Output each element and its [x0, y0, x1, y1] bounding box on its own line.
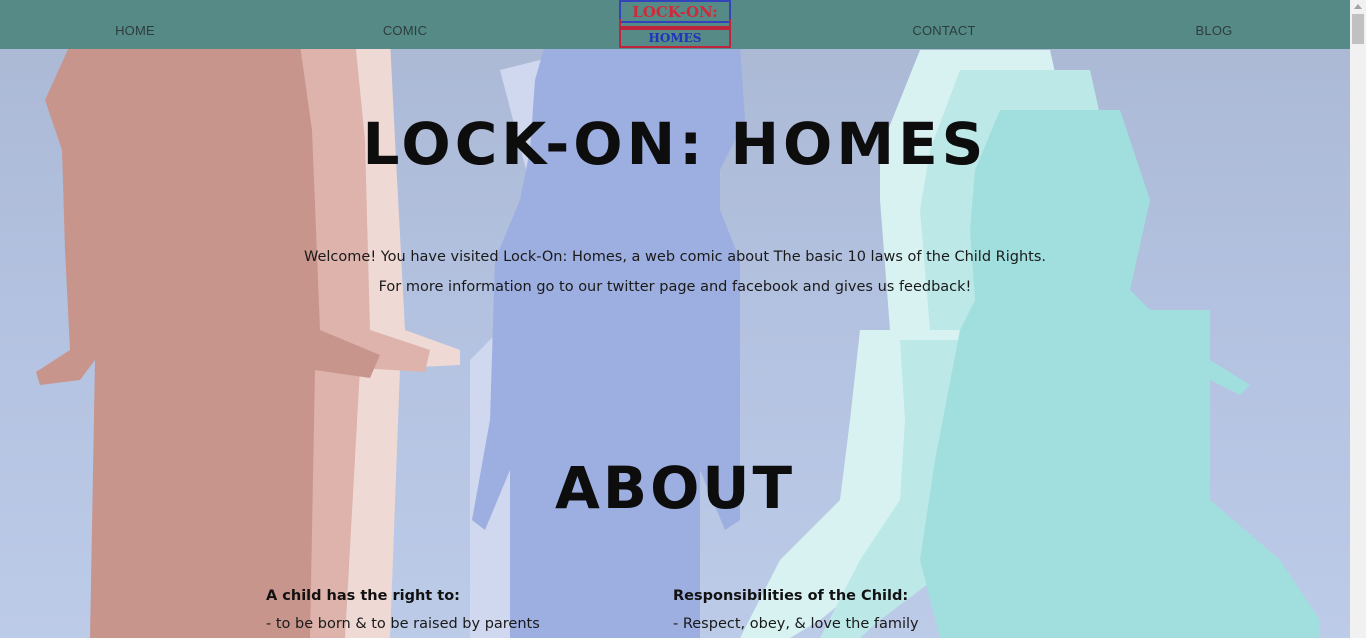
rights-heading: A child has the right to: — [266, 588, 460, 604]
logo-divider — [619, 19, 731, 28]
nav-contact-link[interactable]: CONTACT — [912, 23, 975, 38]
intro-welcome-text: Welcome! You have visited Lock-On: Homes… — [304, 249, 1046, 265]
intro-social-text: For more information go to our twitter p… — [378, 279, 972, 295]
site-logo[interactable]: LOCK-ON: HOMES — [619, 0, 731, 49]
main-content: LOCK-ON: HOMES Welcome! You have visited… — [0, 0, 1350, 638]
logo-bottom-text: HOMES — [619, 28, 731, 48]
nav-comic-link[interactable]: COMIC — [383, 23, 427, 38]
scroll-up-arrow-icon[interactable] — [1354, 4, 1362, 9]
rights-column: A child has the right to: - to be born &… — [266, 588, 646, 632]
responsibilities-column: Responsibilities of the Child: - Respect… — [673, 588, 1053, 632]
nav-home-link[interactable]: HOME — [115, 23, 155, 38]
navbar: HOME COMIC LOCK-ON: HOMES CONTACT BLOG — [0, 0, 1350, 49]
responsibilities-heading: Responsibilities of the Child: — [673, 588, 909, 604]
nav-blog-link[interactable]: BLOG — [1196, 23, 1233, 38]
rights-list-item: - to be born & to be raised by parents — [266, 616, 540, 632]
scroll-thumb[interactable] — [1352, 14, 1364, 44]
hero-title: LOCK-ON: HOMES — [362, 110, 988, 178]
vertical-scrollbar[interactable] — [1350, 0, 1366, 638]
responsibilities-list-item: - Respect, obey, & love the family — [673, 616, 919, 632]
about-title: ABOUT — [554, 454, 796, 522]
